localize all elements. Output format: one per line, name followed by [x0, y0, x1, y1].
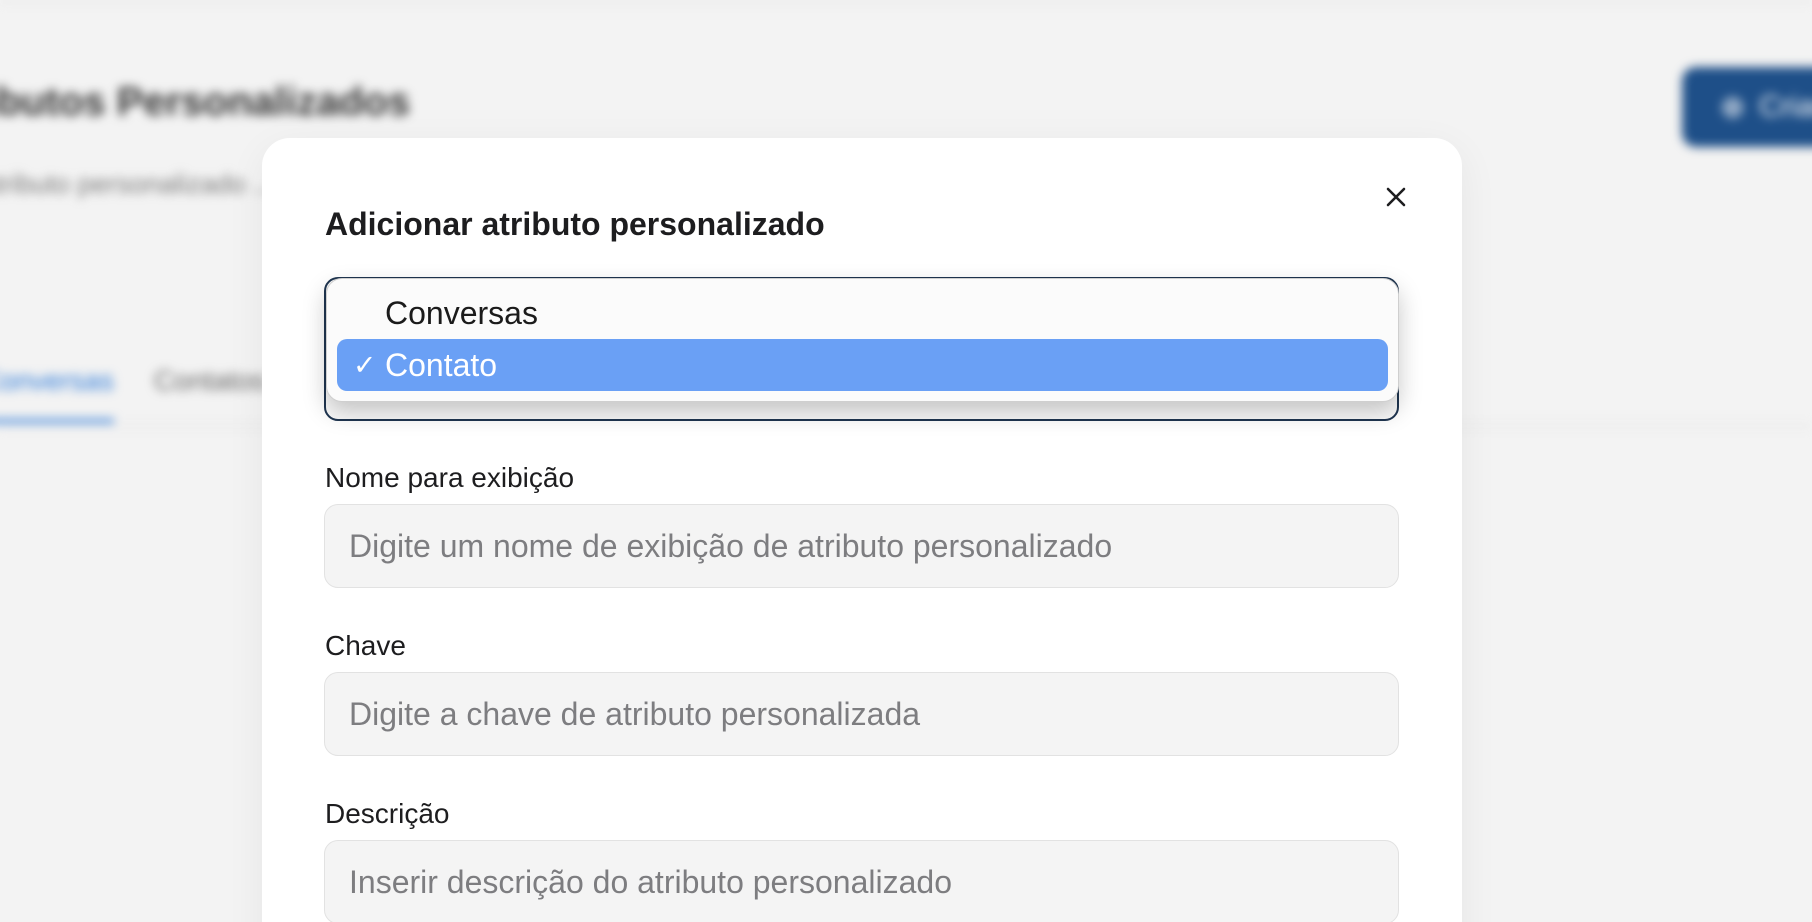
add-attribute-button-label: Criar	[1759, 90, 1812, 123]
option-label: Contato	[385, 346, 498, 383]
checkmark-icon: ✓	[353, 349, 377, 381]
key-input[interactable]	[324, 672, 1399, 756]
tab-bar: Conversas Contatos	[0, 365, 266, 423]
display-name-label: Nome para exibição	[325, 462, 575, 493]
app-page: ributos Personalizados atributo personal…	[0, 0, 1812, 922]
option-conversas[interactable]: Conversas	[337, 287, 1388, 339]
tab-contatos[interactable]: Contatos	[154, 365, 266, 423]
display-name-input[interactable]	[324, 504, 1399, 588]
top-border	[0, 0, 1812, 2]
close-icon	[1386, 187, 1406, 207]
plus-icon: ⊕	[1720, 90, 1746, 124]
description-input[interactable]	[324, 840, 1399, 922]
description-label: Descrição	[325, 798, 450, 829]
tab-conversas[interactable]: Conversas	[0, 365, 114, 423]
add-attribute-button[interactable]: ⊕ Criar	[1682, 67, 1812, 147]
option-label: Conversas	[385, 294, 538, 331]
key-label: Chave	[325, 630, 406, 661]
modal-title: Adicionar atributo personalizado	[325, 206, 825, 242]
option-contato[interactable]: ✓ Contato	[337, 339, 1388, 391]
close-button[interactable]	[1379, 180, 1413, 214]
page-title: ributos Personalizados	[0, 80, 411, 124]
applies-to-dropdown: Conversas ✓ Contato	[326, 278, 1399, 402]
